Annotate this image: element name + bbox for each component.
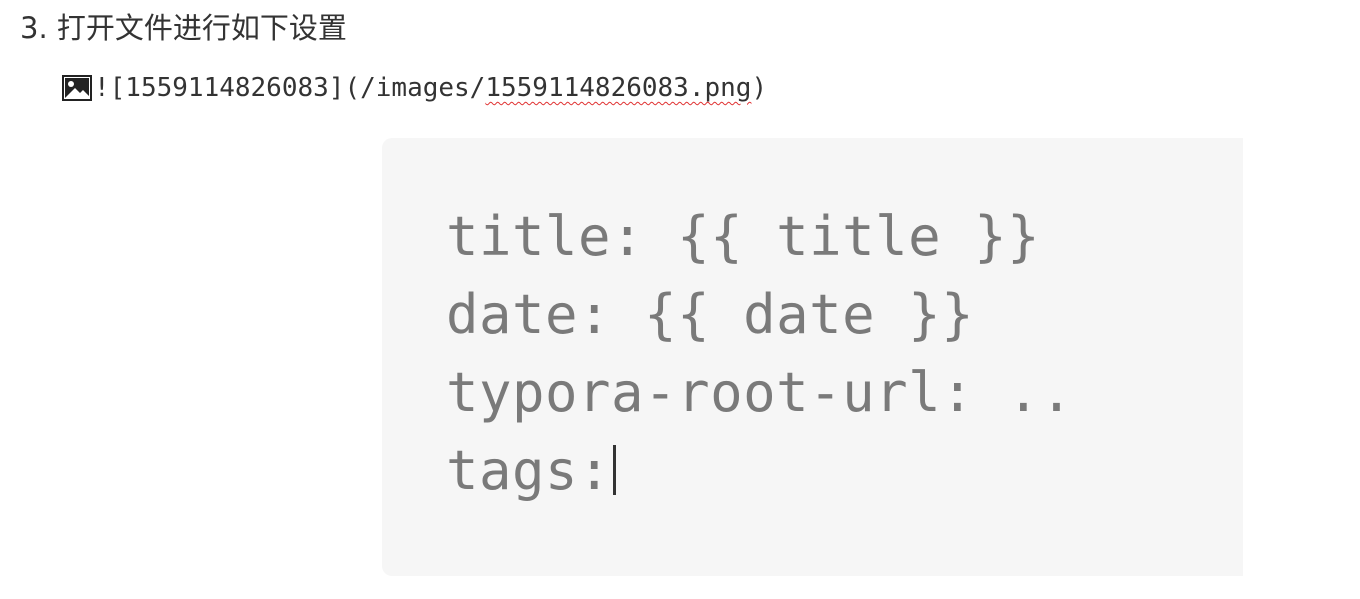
code-line-tags-text: tags:	[446, 438, 612, 502]
image-markdown-line[interactable]: ![1559114826083](/images/1559114826083.p…	[62, 68, 767, 108]
image-icon[interactable]	[62, 74, 92, 102]
code-line-tags: tags:	[446, 438, 617, 502]
image-markdown-prefix: ![1559114826083](/images/	[94, 73, 486, 103]
code-line-typora-root-url: typora-root-url: ..	[446, 360, 1074, 424]
list-item-heading: 3. 打开文件进行如下设置	[20, 11, 347, 45]
image-filename-misspelled[interactable]: 1559114826083.png	[485, 73, 751, 103]
code-line-title: title: {{ title }}	[446, 204, 1041, 268]
image-markdown-suffix: )	[751, 73, 768, 103]
code-line-date: date: {{ date }}	[446, 282, 975, 346]
code-block[interactable]: title: {{ title }} date: {{ date }} typo…	[382, 138, 1243, 576]
text-cursor	[613, 445, 617, 495]
